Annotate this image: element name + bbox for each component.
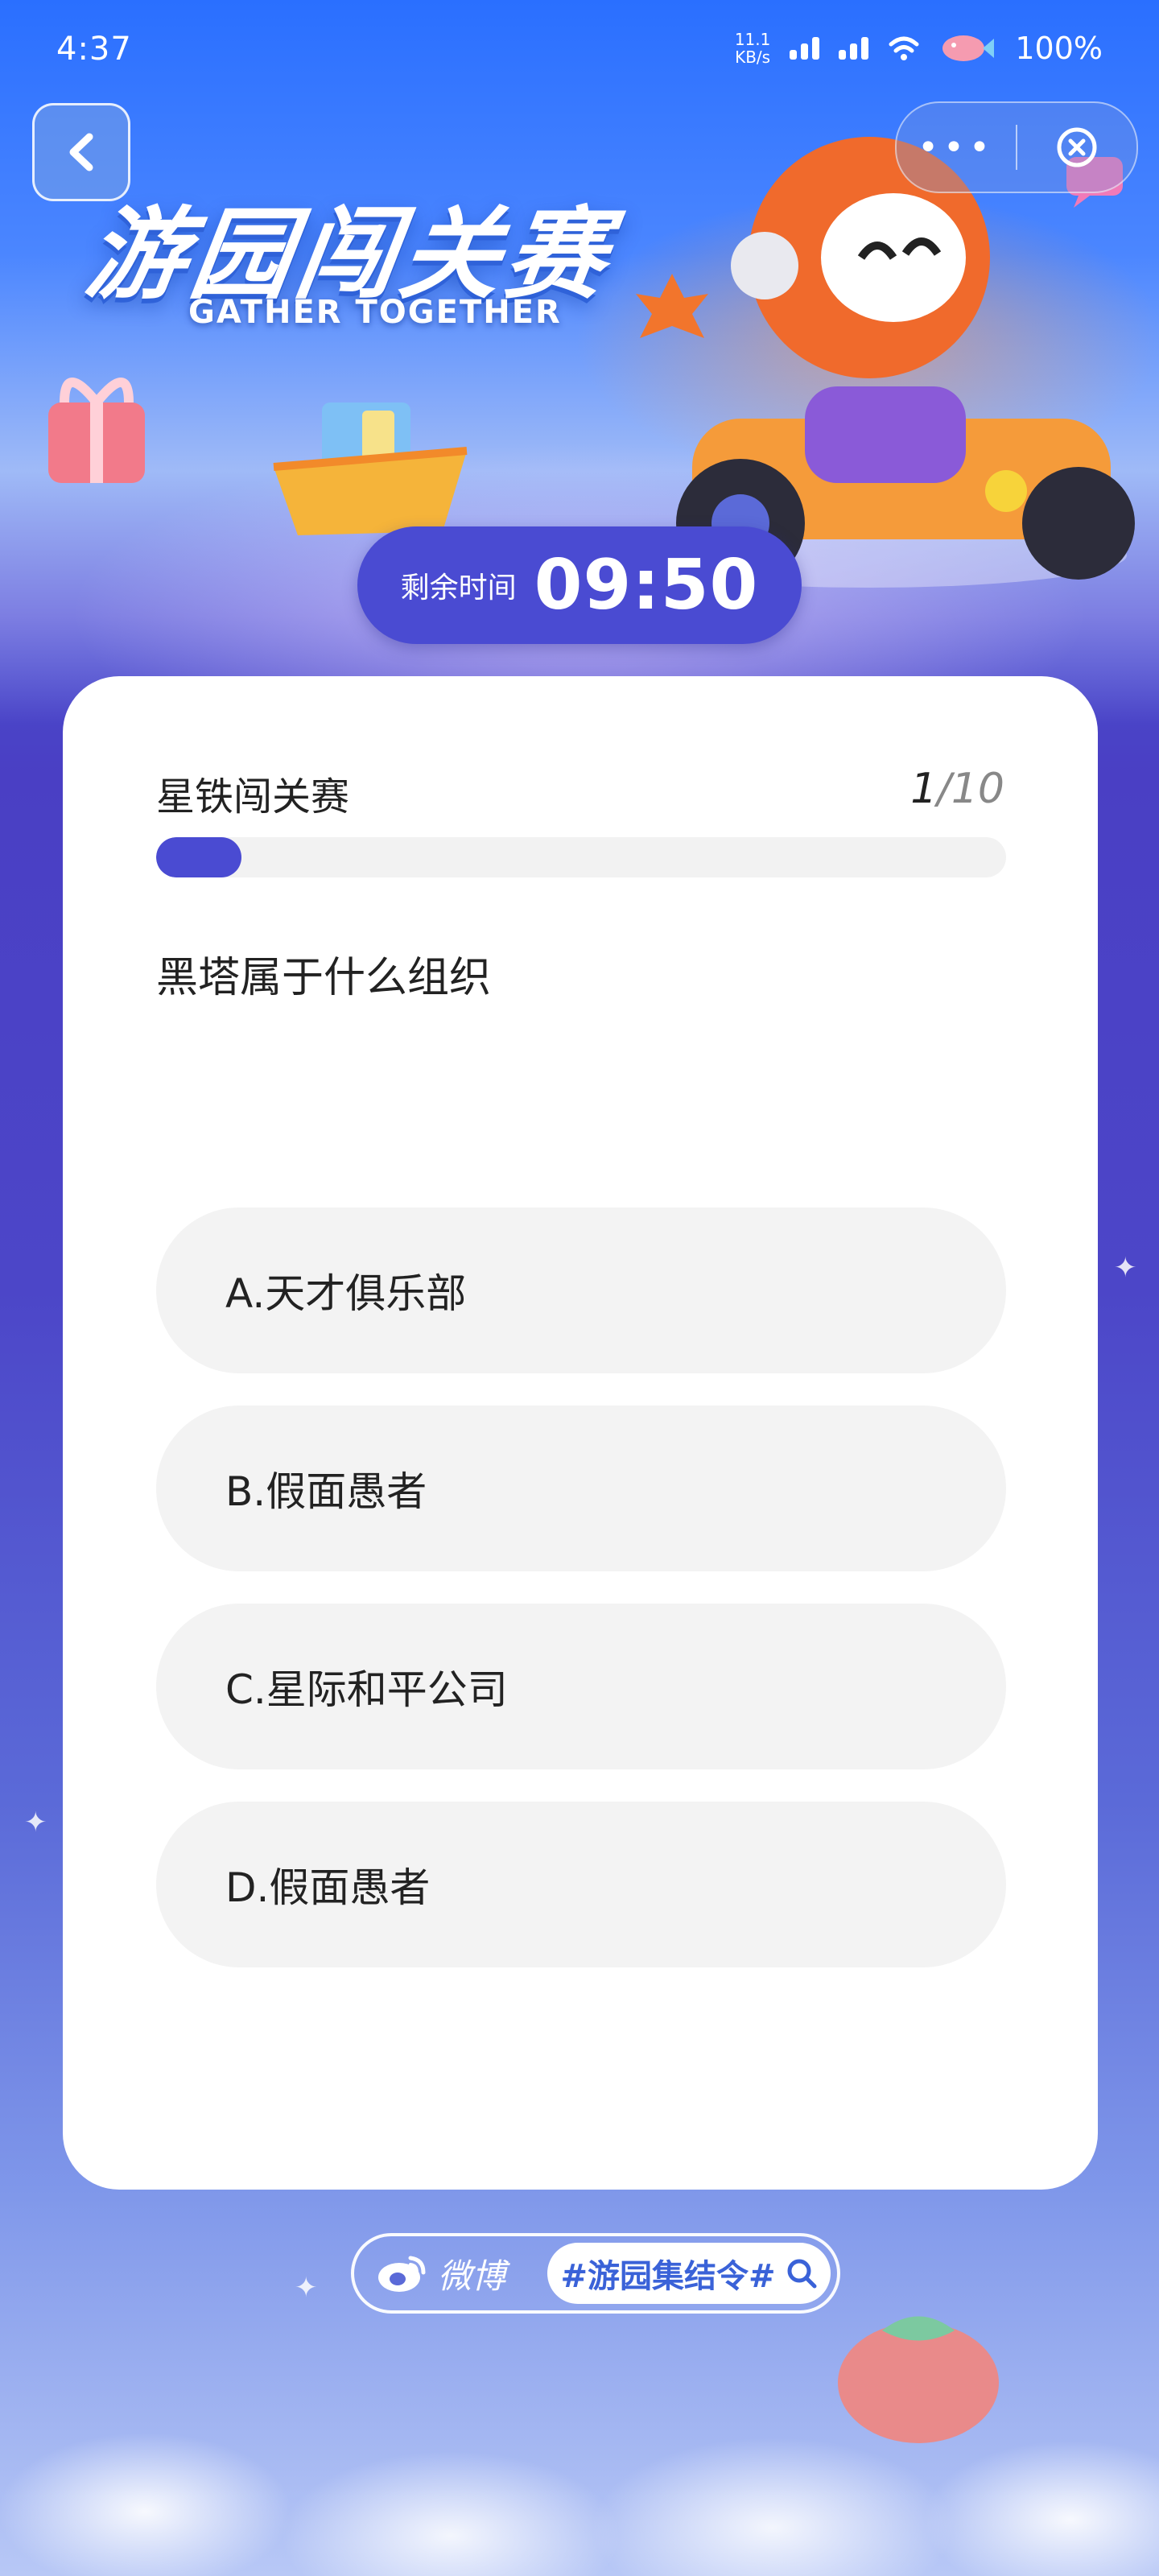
close-icon	[1057, 127, 1097, 167]
option-label: D.假面愚者	[225, 1864, 431, 1911]
network-speed: 11.1 KB/s	[734, 30, 771, 67]
progress-bar-fill	[156, 837, 241, 877]
question-text: 黑塔属于什么组织	[156, 954, 492, 1002]
weibo-icon	[378, 2256, 426, 2292]
basket-illustration	[273, 402, 468, 535]
option-a-button[interactable]: A.天才俱乐部	[156, 1208, 1006, 1373]
option-b-button[interactable]: B.假面愚者	[156, 1406, 1006, 1571]
option-c-button[interactable]: C.星际和平公司	[156, 1604, 1006, 1769]
hashtag-search[interactable]: #游园集结令#	[547, 2243, 831, 2304]
option-label: C.星际和平公司	[225, 1666, 508, 1713]
leaf-illustration	[636, 274, 708, 338]
weibo-topic-pill[interactable]: 微博 #游园集结令#	[351, 2233, 840, 2314]
close-button[interactable]	[1017, 125, 1136, 170]
quiz-title: 星铁闯关赛	[156, 774, 350, 819]
status-bar: 4:37 11.1 KB/s 100%	[0, 0, 1159, 105]
fish-battery-icon	[942, 35, 995, 61]
more-icon: •••	[918, 126, 995, 168]
signal-icon	[790, 37, 820, 60]
option-label: B.假面愚者	[225, 1468, 427, 1515]
search-icon	[787, 2259, 817, 2289]
sparkle-icon: ✦	[295, 2272, 318, 2304]
progress-bar	[156, 837, 1006, 877]
chevron-left-icon	[69, 133, 93, 171]
quiz-card: 星铁闯关赛 1/10 黑塔属于什么组织 A.天才俱乐部 B.假面愚者 C.星际和…	[63, 676, 1098, 2190]
countdown-timer: 剩余时间 09:50	[357, 526, 802, 644]
mini-program-capsule: •••	[895, 101, 1138, 193]
option-label: A.天才俱乐部	[225, 1270, 467, 1317]
timer-value: 09:50	[534, 545, 759, 625]
hashtag-label: #游园集结令#	[560, 2258, 776, 2295]
option-d-button[interactable]: D.假面愚者	[156, 1802, 1006, 1967]
progress-count: 1/10	[910, 765, 1004, 813]
more-button[interactable]: •••	[897, 103, 1016, 192]
signal-icon	[839, 37, 869, 60]
sparkle-icon: ✦	[24, 1806, 47, 1839]
weibo-label: 微博	[438, 2256, 506, 2296]
weibo-brand: 微博	[375, 2249, 505, 2298]
wifi-icon	[889, 36, 919, 60]
banner-subtitle: GATHER TOGETHER	[188, 294, 562, 331]
cloud-decoration	[0, 2334, 1159, 2576]
status-time: 4:37	[56, 31, 132, 68]
progress-current: 1	[910, 765, 938, 813]
status-icons: 11.1 KB/s 100%	[735, 31, 1103, 66]
battery-level: 100%	[1015, 31, 1103, 66]
sparkle-icon: ✦	[1114, 1252, 1137, 1284]
options-list: A.天才俱乐部 B.假面愚者 C.星际和平公司 D.假面愚者	[156, 1208, 1006, 2000]
timer-label: 剩余时间	[400, 572, 517, 605]
gift-illustration	[48, 378, 145, 483]
progress-total: /10	[937, 765, 1004, 813]
